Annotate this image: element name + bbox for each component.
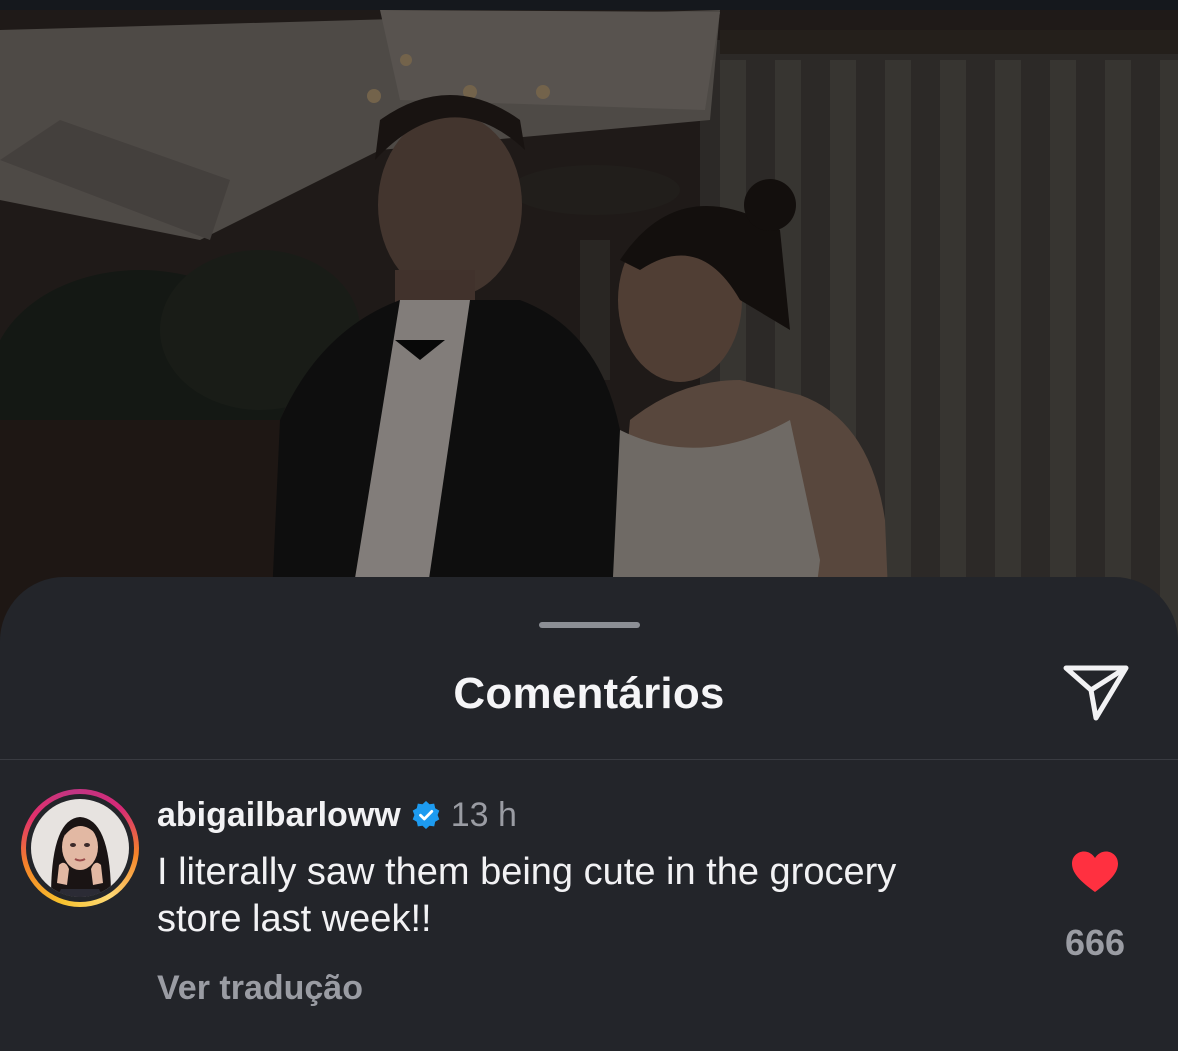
comments-sheet: Comentários abigailbarloww 13 h I litera… [0,577,1178,1051]
sheet-title: Comentários [453,669,725,718]
avatar-story-ring[interactable] [21,789,139,907]
screen: Comentários abigailbarloww 13 h I litera… [0,0,1178,1051]
comment-text: I literally saw them being cute in the g… [157,851,897,940]
post-photo [0,0,1178,640]
share-button[interactable] [1056,659,1136,729]
avatar [31,799,129,897]
like-button[interactable] [1066,847,1124,901]
sheet-divider [0,759,1178,760]
status-strip [0,0,1178,10]
comment-time: 13 h [450,795,517,834]
see-translation-link[interactable]: Ver tradução [157,969,363,1008]
like-count: 666 [1064,922,1126,963]
comment-header: abigailbarloww 13 h [157,793,517,837]
paper-plane-icon [1062,660,1130,729]
verified-badge-icon [411,800,441,830]
sheet-grabber[interactable] [539,622,640,628]
heart-filled-icon [1070,850,1120,899]
comment-username[interactable]: abigailbarloww [157,796,401,835]
